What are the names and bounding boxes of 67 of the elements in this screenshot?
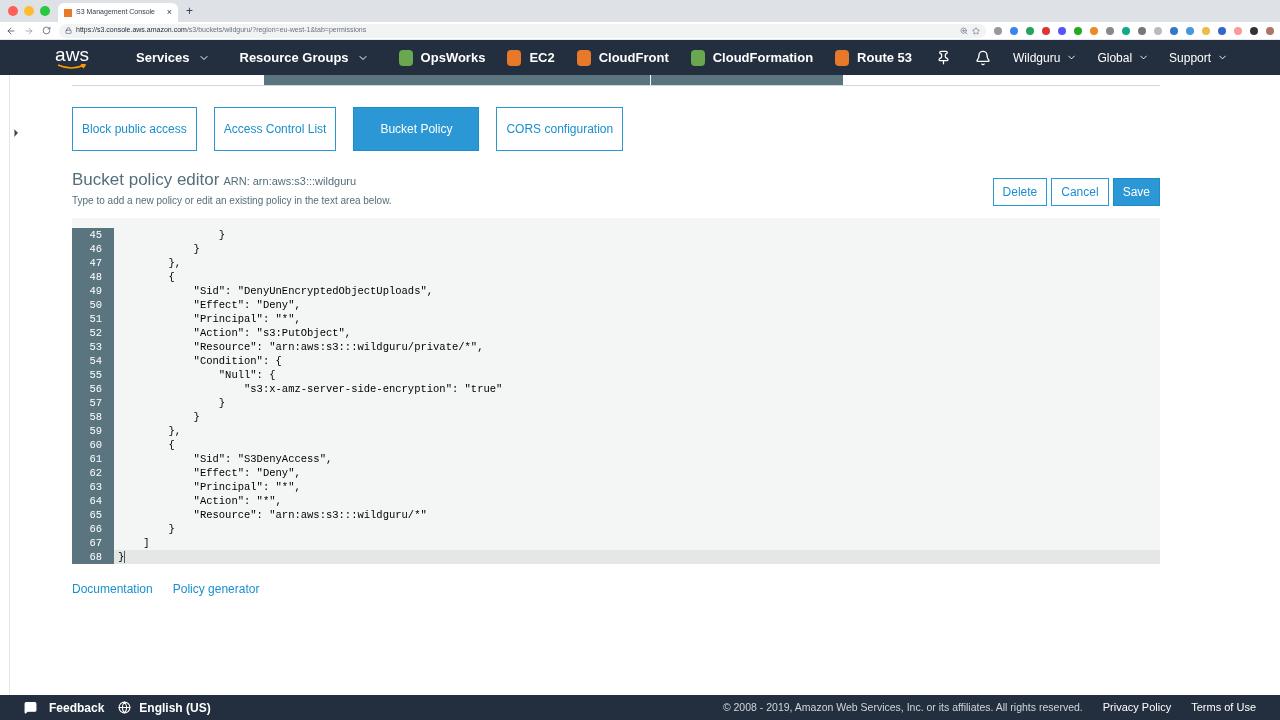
code-line: "Action": "*", bbox=[192, 493, 282, 508]
editor-button[interactable]: Delete bbox=[992, 177, 1048, 206]
language-button[interactable]: English (US) bbox=[118, 698, 211, 717]
forward-icon[interactable] bbox=[24, 25, 34, 36]
pin-icon[interactable] bbox=[936, 50, 951, 65]
code-line: ] bbox=[142, 535, 150, 550]
code-line: "Condition": { bbox=[192, 353, 282, 368]
footer-link[interactable]: Documentation bbox=[72, 579, 153, 598]
footer-link[interactable]: Privacy Policy bbox=[1102, 699, 1172, 716]
text-cursor bbox=[124, 550, 126, 563]
service-shortcut[interactable]: EC2 bbox=[507, 47, 555, 68]
policy-tab[interactable]: Access Control List bbox=[213, 107, 337, 151]
notifications-icon[interactable] bbox=[975, 49, 991, 66]
editor-hint: Type to add a new policy or edit an existing policy in the text area below. bbox=[72, 193, 393, 208]
line-number: 45 bbox=[72, 227, 114, 242]
code-editor[interactable] bbox=[72, 217, 1160, 564]
globe-icon bbox=[118, 701, 132, 714]
aws-logo[interactable]: aws bbox=[54, 45, 90, 70]
code-line: "Action": "s3:PutObject", bbox=[192, 325, 352, 340]
code-line: } bbox=[192, 241, 200, 256]
policy-tab[interactable]: CORS configuration bbox=[496, 107, 624, 151]
code-line: "Effect": "Deny", bbox=[192, 297, 301, 312]
code-line: { bbox=[167, 437, 175, 452]
close-icon[interactable]: × bbox=[166, 5, 172, 20]
policy-tab[interactable]: Block public access bbox=[72, 107, 197, 151]
nav-menu[interactable]: Wildguru bbox=[1013, 48, 1078, 67]
footer-link[interactable]: Policy generator bbox=[172, 579, 260, 598]
code-line: } bbox=[192, 409, 200, 424]
nav-menu[interactable]: Services bbox=[136, 47, 210, 68]
nav-menu[interactable]: Global bbox=[1097, 48, 1150, 67]
copyright-text: © 2008 - 2019, Amazon Web Services, Inc. or its affiliates. All rights reserved. bbox=[722, 699, 1083, 715]
code-line: } bbox=[217, 395, 226, 410]
extension-icons-drawing[interactable] bbox=[994, 26, 1274, 35]
service-shortcut[interactable]: CloudFront bbox=[576, 47, 669, 68]
service-shortcut[interactable]: CloudFormation bbox=[690, 47, 814, 68]
service-shortcut[interactable]: Route 53 bbox=[835, 47, 912, 68]
code-line: "s3:x-amz-server-side-encryption": "true" bbox=[243, 381, 503, 396]
lock-icon bbox=[65, 27, 72, 34]
zoom-icon[interactable] bbox=[960, 26, 968, 35]
code-line: "Resource": "arn:aws:s3:::wildguru/private/*", bbox=[192, 339, 484, 354]
code-line: }, bbox=[167, 255, 181, 270]
nav-menu[interactable]: Resource Groups bbox=[239, 47, 369, 68]
speech-bubble-icon bbox=[24, 701, 37, 714]
code-line: "Sid": "S3DenyAccess", bbox=[192, 451, 333, 466]
code-line: } bbox=[217, 227, 226, 242]
code-line: "Principal": "*", bbox=[192, 479, 301, 494]
nav-menu[interactable]: Support bbox=[1169, 48, 1229, 67]
service-shortcut[interactable]: OpsWorks bbox=[398, 47, 486, 68]
code-line: "Sid": "DenyUnEncryptedObjectUploads", bbox=[192, 283, 434, 298]
code-line: "Null": { bbox=[217, 367, 276, 382]
editor-title: Bucket policy editor bbox=[72, 169, 220, 191]
footer-link[interactable]: Terms of Use bbox=[1191, 699, 1256, 716]
code-line: } bbox=[117, 549, 125, 564]
code-line: "Principal": "*", bbox=[192, 311, 301, 326]
code-line: { bbox=[167, 269, 175, 284]
editor-button[interactable]: Cancel bbox=[1051, 177, 1109, 206]
code-line: } bbox=[167, 521, 175, 536]
code-line: "Effect": "Deny", bbox=[192, 465, 301, 480]
star-icon[interactable] bbox=[972, 26, 980, 35]
reload-icon[interactable] bbox=[42, 26, 51, 35]
back-icon[interactable] bbox=[6, 25, 16, 36]
code-line: "Resource": "arn:aws:s3:::wildguru/*" bbox=[192, 507, 427, 522]
code-line: }, bbox=[167, 423, 181, 438]
bucket-arn: ARN: arn:aws:s3:::wildguru bbox=[223, 174, 357, 189]
feedback-button[interactable]: Feedback bbox=[24, 698, 105, 717]
cube-icon bbox=[64, 8, 72, 17]
new-tab-button[interactable]: + bbox=[178, 2, 201, 20]
